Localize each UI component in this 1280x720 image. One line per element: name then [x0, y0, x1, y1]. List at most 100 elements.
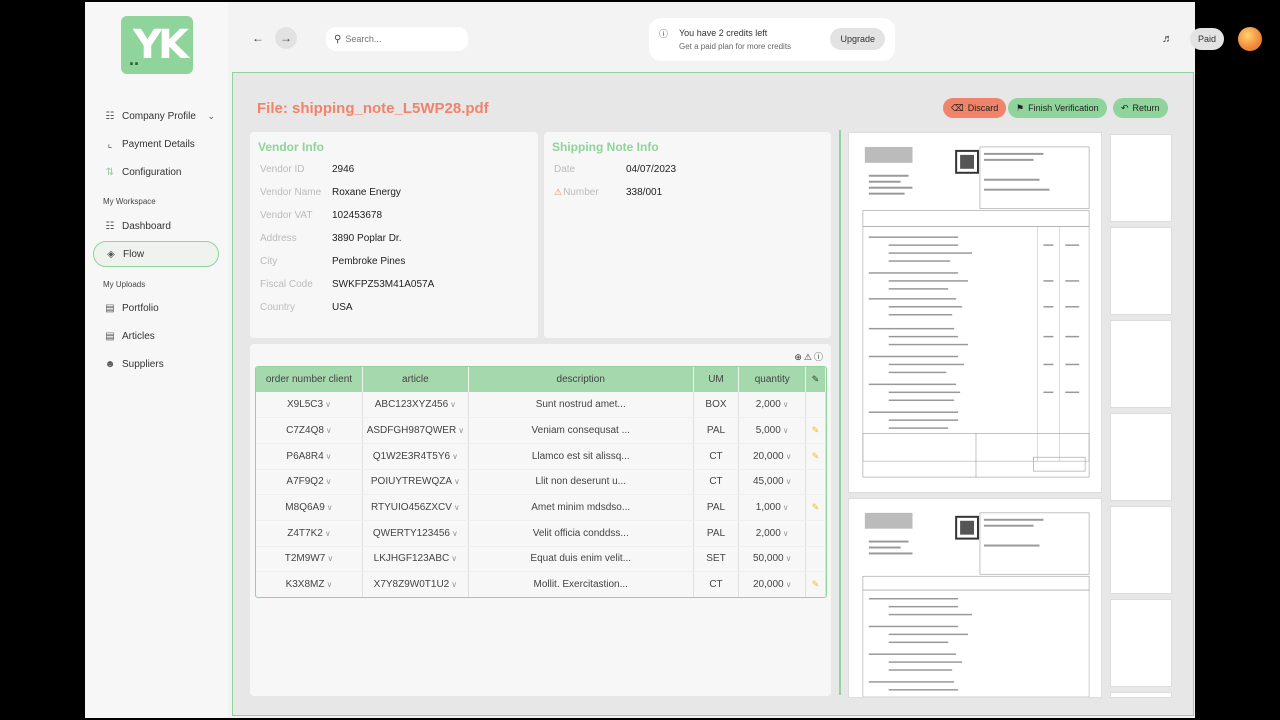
help-icon[interactable]: ⓘ [814, 352, 825, 362]
cell-quantity[interactable]: 5,000 ∨ [738, 417, 807, 444]
edit-icon[interactable]: ✎ [812, 451, 820, 461]
sidebar-item-dashboard[interactable]: ☷ Dashboard [93, 213, 219, 239]
cell-article[interactable]: Q1W2E3R4T5Y6 ∨ [362, 443, 469, 470]
page-thumbnail[interactable] [1110, 692, 1172, 698]
cell-quantity[interactable]: 50,000 ∨ [738, 546, 807, 573]
add-circle-icon[interactable]: ⊕ [794, 352, 804, 362]
chevron-down-icon[interactable]: ∨ [326, 477, 332, 486]
edit-icon[interactable]: ✎ [812, 425, 820, 435]
chevron-down-icon[interactable]: ∨ [786, 580, 792, 589]
cell-um[interactable]: BOX [693, 392, 740, 419]
upgrade-button[interactable]: Upgrade [830, 28, 885, 50]
chevron-down-icon[interactable]: ∨ [451, 580, 457, 589]
cell-quantity[interactable]: 45,000 ∨ [738, 469, 807, 496]
cell-quantity[interactable]: 1,000 ∨ [738, 494, 807, 521]
cell-description[interactable]: Sunt nostrud amet... [468, 392, 694, 419]
cell-order[interactable]: Z4T7K2 ∨ [256, 520, 363, 547]
chevron-down-icon[interactable]: ∨ [327, 503, 333, 512]
field-value[interactable]: SWKFPZ53M41A057A [332, 279, 434, 290]
table-row[interactable]: A7F9Q2 ∨ POIUYTREWQZA ∨ Llit non deserunt u.… [256, 469, 826, 496]
chevron-down-icon[interactable]: ∨ [454, 503, 460, 512]
page-thumbnail[interactable] [1110, 320, 1172, 408]
cell-edit[interactable]: ✎ [805, 443, 826, 470]
field-value[interactable]: USA [332, 302, 353, 313]
column-header-article[interactable]: article [362, 367, 469, 392]
return-button[interactable]: ↶ Return [1113, 98, 1168, 118]
chevron-down-icon[interactable]: ∨ [452, 452, 458, 461]
cell-order[interactable]: P6A8R4 ∨ [256, 443, 363, 470]
chevron-down-icon[interactable]: ∨ [451, 554, 457, 563]
sidebar-item-configuration[interactable]: ⇅ Configuration [93, 159, 219, 185]
chevron-down-icon[interactable]: ∨ [786, 452, 792, 461]
cell-quantity[interactable]: 20,000 ∨ [738, 443, 807, 470]
cell-edit[interactable]: ✎ [805, 417, 826, 444]
page-thumbnail[interactable] [1110, 134, 1172, 222]
bell-icon[interactable]: ♬ [1162, 33, 1173, 45]
warning-icon[interactable]: ⚠ [804, 352, 814, 362]
cell-um[interactable]: PAL [693, 494, 740, 521]
chevron-down-icon[interactable]: ∨ [326, 452, 332, 461]
chevron-down-icon[interactable]: ∨ [783, 529, 789, 538]
viewer-divider[interactable] [839, 130, 841, 695]
cell-edit[interactable]: ✎ [805, 571, 826, 597]
cell-article[interactable]: ASDFGH987QWER ∨ [362, 417, 469, 444]
cell-um[interactable]: CT [693, 571, 740, 597]
forward-button[interactable]: → [275, 27, 297, 49]
cell-description[interactable]: Equat duis enim velit... [468, 546, 694, 573]
sidebar-item-payment-details[interactable]: ⌞ Payment Details [93, 131, 219, 157]
chevron-down-icon[interactable]: ∨ [783, 503, 789, 512]
page-thumbnail[interactable] [1110, 506, 1172, 594]
cell-description[interactable]: Amet minim mdsdso... [468, 494, 694, 521]
chevron-down-icon[interactable]: ∨ [325, 529, 331, 538]
chevron-down-icon[interactable]: ∨ [458, 426, 464, 435]
chevron-down-icon[interactable]: ∨ [326, 580, 332, 589]
cell-order[interactable]: T2M9W7 ∨ [256, 546, 363, 573]
page-thumbnail[interactable] [1110, 599, 1172, 687]
cell-article[interactable]: POIUYTREWQZA ∨ [362, 469, 469, 496]
cell-quantity[interactable]: 20,000 ∨ [738, 571, 807, 597]
cell-description[interactable]: Llit non deserunt u... [468, 469, 694, 496]
column-header-quantity[interactable]: quantity [738, 367, 807, 392]
sidebar-item-company-profile[interactable]: ☷ Company Profile ⌄ [93, 103, 219, 129]
cell-article[interactable]: ABC123XYZ456 ∨ [362, 392, 469, 419]
column-header-edit[interactable]: ✎ [805, 367, 826, 392]
cell-order[interactable]: M8Q6A9 ∨ [256, 494, 363, 521]
cell-edit[interactable] [805, 392, 826, 419]
edit-icon[interactable]: ✎ [812, 502, 820, 512]
chevron-down-icon[interactable]: ∨ [327, 554, 333, 563]
discard-button[interactable]: ⌫ Discard [943, 98, 1007, 118]
cell-order[interactable]: C7Z4Q8 ∨ [256, 417, 363, 444]
cell-article[interactable]: QWERTY123456 ∨ [362, 520, 469, 547]
cell-description[interactable]: Velit officia conddss... [468, 520, 694, 547]
cell-um[interactable]: CT [693, 443, 740, 470]
chevron-down-icon[interactable]: ∨ [325, 400, 331, 409]
plan-badge[interactable]: Paid [1190, 28, 1224, 50]
page-thumbnail[interactable] [1110, 413, 1172, 501]
cell-description[interactable]: Mollit. Exercitastion... [468, 571, 694, 597]
chevron-down-icon[interactable]: ∨ [450, 400, 456, 409]
cell-um[interactable]: SET [693, 546, 740, 573]
cell-article[interactable]: LKJHGF123ABC ∨ [362, 546, 469, 573]
cell-um[interactable]: PAL [693, 520, 740, 547]
field-value[interactable]: 2946 [332, 164, 354, 175]
cell-quantity[interactable]: 2,000 ∨ [738, 520, 807, 547]
finish-verification-button[interactable]: ⚑ Finish Verification [1008, 98, 1107, 118]
cell-quantity[interactable]: 2,000 ∨ [738, 392, 807, 419]
column-header-um[interactable]: UM [693, 367, 740, 392]
cell-description[interactable]: Llamco est sit alissq... [468, 443, 694, 470]
column-header-order[interactable]: order number client [256, 367, 363, 392]
search-input[interactable] [345, 34, 456, 44]
table-row[interactable]: C7Z4Q8 ∨ ASDFGH987QWER ∨ Veniam consequsat .… [256, 417, 826, 444]
cell-order[interactable]: A7F9Q2 ∨ [256, 469, 363, 496]
field-value[interactable]: Roxane Energy [332, 187, 401, 198]
sidebar-item-suppliers[interactable]: ☻ Suppliers [93, 351, 219, 377]
cell-article[interactable]: X7Y8Z9W0T1U2 ∨ [362, 571, 469, 597]
chevron-down-icon[interactable]: ∨ [783, 400, 789, 409]
logo[interactable]: YK .. [121, 16, 193, 74]
sidebar-item-flow[interactable]: ◈ Flow [93, 241, 219, 267]
table-row[interactable]: T2M9W7 ∨ LKJHGF123ABC ∨ Equat duis enim veli… [256, 546, 826, 573]
field-value[interactable]: 3890 Poplar Dr. [332, 233, 402, 244]
chevron-down-icon[interactable]: ∨ [454, 477, 460, 486]
cell-um[interactable]: CT [693, 469, 740, 496]
cell-edit[interactable]: ✎ [805, 494, 826, 521]
